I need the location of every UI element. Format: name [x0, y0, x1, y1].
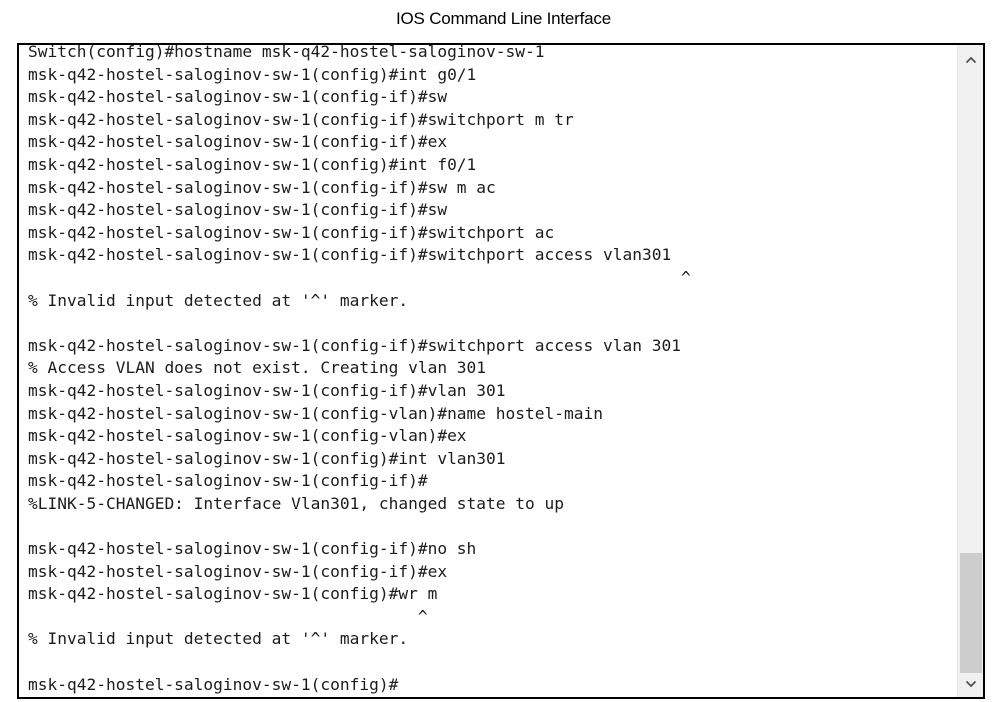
terminal-line: msk-q42-hostel-saloginov-sw-1(config-if)…	[28, 471, 428, 491]
terminal-line: msk-q42-hostel-saloginov-sw-1(config-if)…	[28, 335, 681, 355]
terminal-line: Switch(config)#hostname msk-q42-hostel-s…	[28, 45, 545, 61]
terminal-line: msk-q42-hostel-saloginov-sw-1(config)#in…	[28, 64, 477, 84]
vertical-scrollbar[interactable]	[957, 45, 983, 697]
terminal-lines: Switch(config)#hostname msk-q42-hostel-s…	[28, 45, 691, 696]
terminal-line: msk-q42-hostel-saloginov-sw-1(config-vla…	[28, 426, 467, 446]
terminal-line: msk-q42-hostel-saloginov-sw-1(config-if)…	[28, 87, 448, 107]
terminal-line: % Invalid input detected at '^' marker.	[28, 290, 409, 310]
terminal-line: msk-q42-hostel-saloginov-sw-1(config-if)…	[28, 132, 448, 152]
chevron-up-icon	[965, 56, 977, 64]
terminal-line: msk-q42-hostel-saloginov-sw-1(config-vla…	[28, 403, 603, 423]
window-title: IOS Command Line Interface	[396, 9, 611, 28]
terminal-line: msk-q42-hostel-saloginov-sw-1(config)#in…	[28, 154, 477, 174]
terminal-line: msk-q42-hostel-saloginov-sw-1(config)#in…	[28, 448, 506, 468]
terminal-line: % Invalid input detected at '^' marker.	[28, 629, 409, 649]
terminal-line: %LINK-5-CHANGED: Interface Vlan301, chan…	[28, 493, 565, 513]
scroll-up-button[interactable]	[958, 49, 983, 71]
terminal-line: msk-q42-hostel-saloginov-sw-1(config-if)…	[28, 561, 448, 581]
terminal-line: msk-q42-hostel-saloginov-sw-1(config-if)…	[28, 380, 506, 400]
scrollbar-thumb[interactable]	[960, 553, 982, 673]
terminal-line: % Access VLAN does not exist. Creating v…	[28, 358, 487, 378]
terminal-line: msk-q42-hostel-saloginov-sw-1(config-if)…	[28, 539, 477, 559]
scroll-down-button[interactable]	[958, 673, 983, 695]
terminal-output[interactable]: Switch(config)#hostname msk-q42-hostel-s…	[19, 45, 957, 697]
terminal-line: ^	[28, 267, 691, 287]
terminal-line: msk-q42-hostel-saloginov-sw-1(config-if)…	[28, 222, 555, 242]
terminal-line: msk-q42-hostel-saloginov-sw-1(config)#wr…	[28, 584, 438, 604]
terminal-line: msk-q42-hostel-saloginov-sw-1(config-if)…	[28, 109, 574, 129]
terminal-line: msk-q42-hostel-saloginov-sw-1(config-if)…	[28, 200, 448, 220]
terminal-frame: Switch(config)#hostname msk-q42-hostel-s…	[17, 43, 985, 699]
terminal-line: ^	[28, 606, 428, 626]
terminal-line: msk-q42-hostel-saloginov-sw-1(config-if)…	[28, 177, 496, 197]
terminal-line: msk-q42-hostel-saloginov-sw-1(config-if)…	[28, 245, 672, 265]
chevron-down-icon	[965, 680, 977, 688]
terminal-line: msk-q42-hostel-saloginov-sw-1(config)#	[28, 674, 399, 694]
